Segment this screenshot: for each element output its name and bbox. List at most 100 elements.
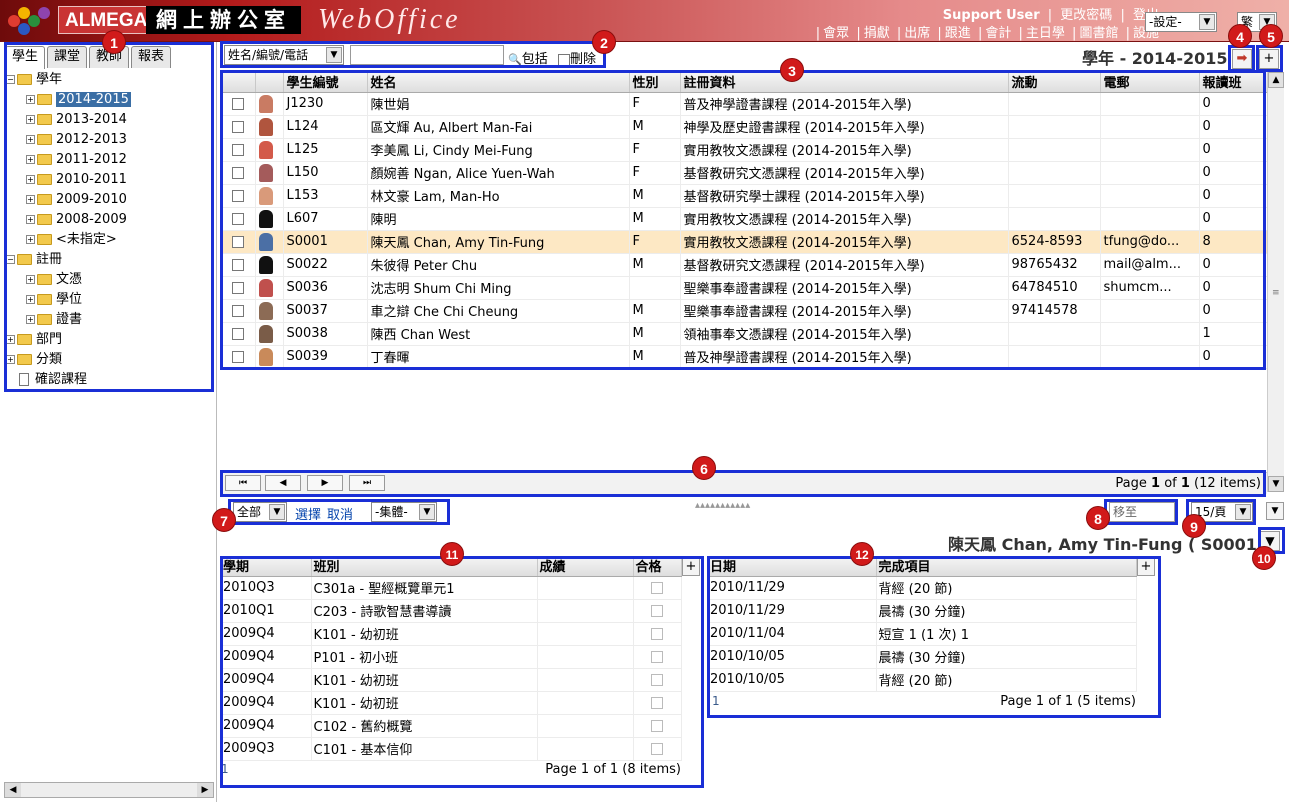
add-class-button[interactable]: +	[682, 558, 700, 576]
table-row[interactable]: 2010/10/05 晨禱 (30 分鐘)	[708, 645, 1137, 669]
tree-node[interactable]: + 學位	[6, 290, 212, 310]
pass-checkbox[interactable]	[651, 719, 663, 732]
table-row[interactable]: L124 區文輝 Au, Albert Man-Fai M 神學及歷史證書課程 (20…	[221, 115, 1268, 139]
tree-node[interactable]: +2014-2015	[6, 90, 212, 110]
table-row[interactable]: 2010/10/05 背經 (20 節)	[708, 668, 1137, 692]
pass-checkbox[interactable]	[651, 627, 663, 640]
row-checkbox[interactable]	[231, 258, 244, 271]
table-row[interactable]: L150 顏婉善 Ngan, Alice Yuen-Wah F 基督教研究文憑課程 (…	[221, 161, 1268, 185]
module-link-sunday-school[interactable]: 主日學	[1026, 26, 1065, 41]
avatar[interactable]	[258, 278, 273, 297]
grid-vertical-scrollbar[interactable]: ▲ ≡ ▼	[1267, 72, 1284, 492]
tree-node[interactable]: +2013-2014	[6, 110, 212, 130]
column-header-mobile[interactable]: 流動	[1008, 72, 1101, 93]
last-page-icon[interactable]: ⏭	[349, 475, 385, 491]
table-row[interactable]: 2010Q3 C301a - 聖經概覽單元1	[221, 576, 682, 600]
table-row[interactable]: 2010/11/29 背經 (20 節)	[708, 576, 1137, 600]
pass-checkbox[interactable]	[651, 604, 663, 617]
table-row[interactable]: S0038 陳西 Chan West M 領袖事奉文憑課程 (2014-2015年入學…	[221, 322, 1268, 346]
tab-students[interactable]: 學生	[5, 46, 46, 69]
expand-icon[interactable]: +	[6, 335, 15, 344]
tree-node[interactable]: +2010-2011	[6, 170, 212, 190]
column-header-grade[interactable]: 成績	[537, 556, 634, 577]
pass-checkbox[interactable]	[651, 742, 663, 755]
export-arrow-icon[interactable]: ➡	[1232, 49, 1252, 69]
collapse-icon[interactable]: −	[6, 255, 15, 264]
collapse-icon[interactable]: −	[6, 75, 15, 84]
selection-scope-select[interactable]: 全部 ▼	[233, 502, 287, 522]
avatar[interactable]	[258, 140, 273, 159]
first-page-icon[interactable]: ⏮	[225, 475, 261, 491]
expand-icon[interactable]: +	[26, 275, 35, 284]
tree-node[interactable]: + 分類	[6, 350, 212, 370]
scroll-right-icon[interactable]: ▶	[197, 783, 213, 797]
table-row[interactable]: L125 李美鳳 Li, Cindy Mei-Fung F 實用教牧文憑課程 (201…	[221, 138, 1268, 162]
table-row[interactable]: J1230 陳世娟 F 普及神學證書課程 (2014-2015年入學) 0	[221, 92, 1268, 116]
tab-classes[interactable]: 課堂	[47, 46, 88, 68]
row-checkbox[interactable]	[231, 327, 244, 340]
column-header-id[interactable]: 學生編號	[283, 72, 368, 93]
tree-node[interactable]: + <未指定>	[6, 230, 212, 250]
expand-icon[interactable]: +	[26, 175, 35, 184]
pass-checkbox[interactable]	[651, 650, 663, 663]
expand-icon[interactable]: +	[26, 295, 35, 304]
table-row[interactable]: S0001 陳天鳳 Chan, Amy Tin-Fung F 實用教牧文憑課程 (20…	[221, 230, 1268, 254]
table-row[interactable]: L153 林文豪 Lam, Man-Ho M 基督教研究學士課程 (2014-2015…	[221, 184, 1268, 208]
scroll-down-icon[interactable]: ▼	[1268, 476, 1284, 492]
row-checkbox[interactable]	[231, 120, 244, 133]
expand-icon[interactable]: +	[26, 115, 35, 124]
column-header-term[interactable]: 學期	[221, 556, 312, 577]
delete-filter[interactable]: 刪除	[558, 48, 596, 67]
add-student-button[interactable]: +	[1259, 49, 1279, 69]
avatar[interactable]	[258, 324, 273, 343]
search-field-select[interactable]: 姓名/編號/電話 ▼	[224, 45, 344, 65]
row-checkbox[interactable]	[231, 97, 244, 110]
avatar[interactable]	[258, 163, 273, 182]
table-row[interactable]: S0037 車之辯 Che Chi Cheung M 聖樂事奉證書課程 (2014-2…	[221, 299, 1268, 323]
avatar[interactable]	[258, 255, 273, 274]
table-row[interactable]: 2009Q3 C101 - 基本信仰	[221, 737, 682, 761]
column-header-class[interactable]: 班別	[311, 556, 538, 577]
module-link-library[interactable]: 圖書館	[1079, 26, 1118, 41]
tab-reports[interactable]: 報表	[131, 46, 172, 68]
module-link-congregation[interactable]: 會眾	[823, 26, 849, 41]
expand-icon[interactable]: +	[26, 135, 35, 144]
move-to-input[interactable]: 移至	[1109, 502, 1175, 522]
row-checkbox[interactable]	[231, 166, 244, 179]
scroll-left-icon[interactable]: ◀	[5, 783, 21, 797]
expand-icon[interactable]: +	[6, 355, 15, 364]
expand-icon[interactable]: +	[26, 195, 35, 204]
table-row[interactable]: S0022 朱彼得 Peter Chu M 基督教研究文憑課程 (2014-2015年…	[221, 253, 1268, 277]
row-checkbox[interactable]	[231, 143, 244, 156]
cancel-selection-link[interactable]: 取消	[327, 504, 353, 523]
expand-icon[interactable]: +	[26, 235, 35, 244]
tree-node[interactable]: + 部門	[6, 330, 212, 350]
avatar[interactable]	[258, 347, 273, 366]
avatar[interactable]	[258, 301, 273, 320]
row-checkbox[interactable]	[231, 212, 244, 225]
row-checkbox[interactable]	[231, 350, 244, 363]
column-header-name[interactable]: 姓名	[367, 72, 630, 93]
delete-checkbox[interactable]	[558, 53, 570, 66]
avatar[interactable]	[258, 186, 273, 205]
module-link-attendance[interactable]: 出席	[904, 26, 930, 41]
table-row[interactable]: 2010/11/29 晨禱 (30 分鐘)	[708, 599, 1137, 623]
column-header-item[interactable]: 完成項目	[876, 556, 1137, 577]
table-row[interactable]: 2009Q4 C102 - 舊約概覽	[221, 714, 682, 738]
pass-checkbox[interactable]	[651, 581, 663, 594]
expand-icon[interactable]: +	[26, 95, 35, 104]
tree-node[interactable]: + 文憑	[6, 270, 212, 290]
column-header-email[interactable]: 電郵	[1100, 72, 1200, 93]
tree-node[interactable]: +2011-2012	[6, 150, 212, 170]
pass-checkbox[interactable]	[651, 696, 663, 709]
expand-icon[interactable]: +	[26, 315, 35, 324]
table-row[interactable]: 2009Q4 K101 - 幼初班	[221, 622, 682, 646]
tree-node[interactable]: +2012-2013	[6, 130, 212, 150]
batch-action-select[interactable]: -集體- ▼	[371, 502, 437, 522]
scroll-up-icon[interactable]: ▲	[1268, 72, 1284, 88]
avatar[interactable]	[258, 209, 273, 228]
table-row[interactable]: L607 陳明 M 實用教牧文憑課程 (2014-2015年入學) 0	[221, 207, 1268, 231]
search-input[interactable]	[350, 45, 504, 65]
collapse-chevron-icon[interactable]: ▼	[1266, 502, 1284, 520]
tree-node[interactable]: +2008-2009	[6, 210, 212, 230]
